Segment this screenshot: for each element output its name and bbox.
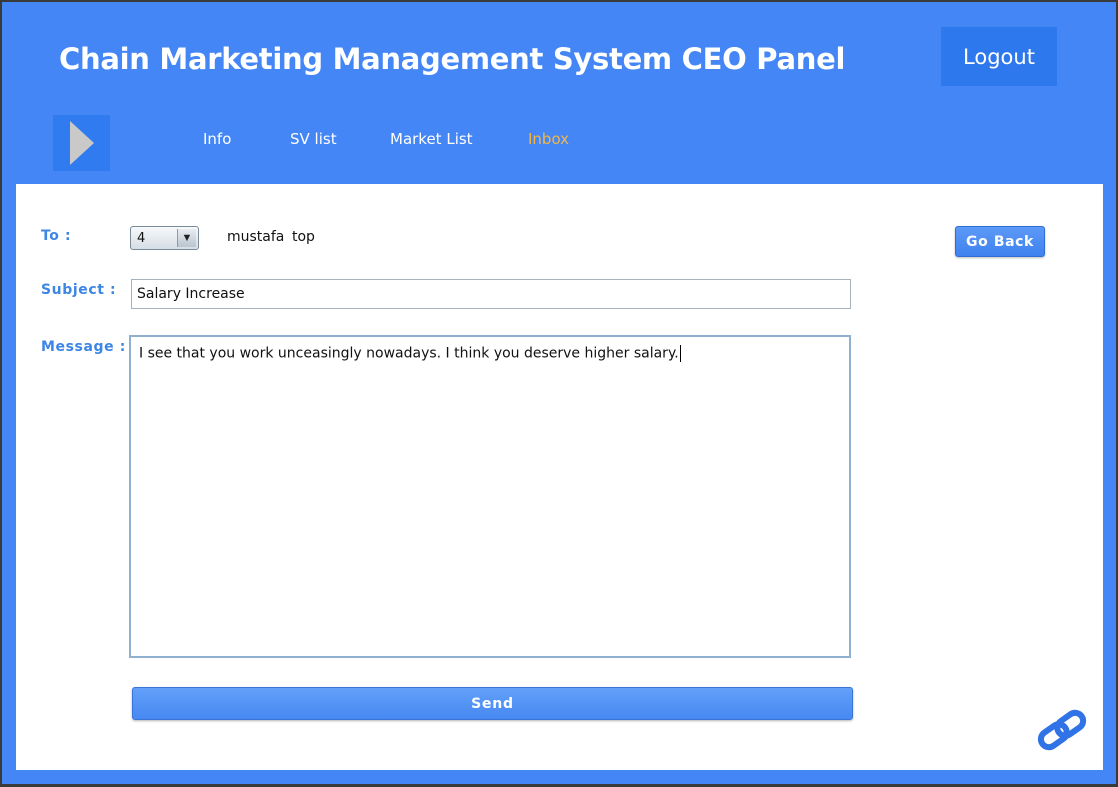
message-text: I see that you work unceasingly nowadays… xyxy=(139,345,679,362)
message-textarea[interactable]: I see that you work unceasingly nowadays… xyxy=(129,335,851,658)
chevron-down-icon: ▼ xyxy=(177,229,196,247)
to-label: To : xyxy=(41,228,72,244)
subject-input[interactable]: Salary Increase xyxy=(131,279,851,309)
go-back-button[interactable]: Go Back xyxy=(955,226,1045,257)
recipient-select[interactable]: 4 ▼ xyxy=(130,226,199,250)
nav-sv-list[interactable]: SV list xyxy=(290,130,337,148)
send-button[interactable]: Send xyxy=(132,687,853,720)
app-title: Chain Marketing Management System CEO Pa… xyxy=(59,42,846,76)
app-window: Chain Marketing Management System CEO Pa… xyxy=(2,2,1116,784)
subject-label: Subject : xyxy=(41,282,117,298)
message-label: Message : xyxy=(41,339,126,355)
compose-panel: To : 4 ▼ mustafa top Go Back Subject : S… xyxy=(16,184,1103,770)
recipient-select-value: 4 xyxy=(137,231,146,246)
text-caret xyxy=(679,345,681,362)
nav-info[interactable]: Info xyxy=(203,130,231,148)
chain-link-icon[interactable] xyxy=(1033,708,1091,752)
recipient-first-name: mustafa xyxy=(227,229,285,245)
logout-button[interactable]: Logout xyxy=(941,27,1057,86)
triangle-right-icon xyxy=(69,121,94,165)
menu-toggle-button[interactable] xyxy=(53,115,110,171)
nav-inbox[interactable]: Inbox xyxy=(528,130,569,148)
recipient-last-name: top xyxy=(292,229,315,245)
nav-market-list[interactable]: Market List xyxy=(390,130,473,148)
